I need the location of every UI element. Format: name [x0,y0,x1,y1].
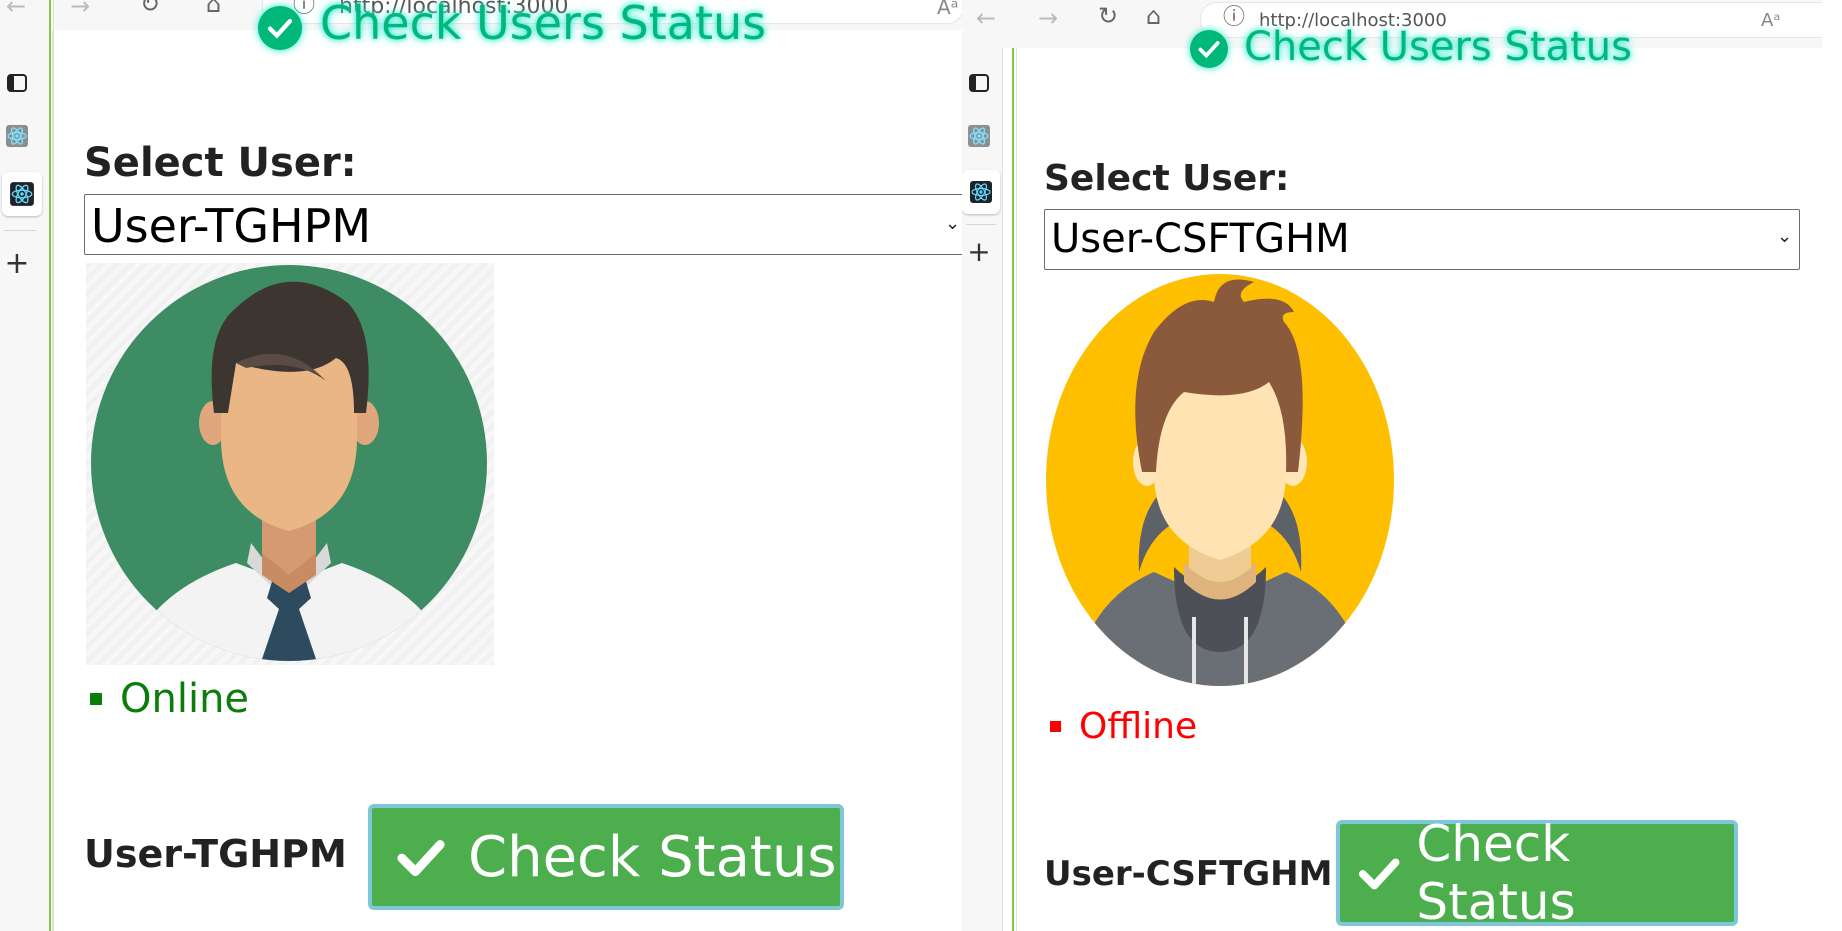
react-devtools-icon[interactable] [966,123,992,149]
user-select[interactable]: User-TGHPM ⌄ [84,194,962,255]
user-select-value: User-TGHPM [91,199,372,253]
page-title: Check Users Status [320,0,767,50]
right-gutter [1822,0,1842,931]
browser-sidebar: + [0,30,53,931]
checkmark-icon [397,840,445,877]
browser-window-left: ← → ↻ ⌂ ⓘ http://localhost:3000 Aᵃ + Che… [0,0,962,931]
user-name-label: User-TGHPM [84,832,347,876]
content-border [1016,48,1017,931]
check-status-button[interactable]: Check Status [368,804,844,910]
select-user-label: Select User: [1044,158,1290,199]
user-select-value: User-CSFTGHM [1051,216,1350,262]
page-title: Check Users Status [1244,24,1632,70]
home-icon[interactable]: ⌂ [206,0,221,16]
check-status-button[interactable]: Check Status [1336,815,1738,931]
businessman-avatar [86,263,494,665]
status-dot [1050,721,1061,732]
back-arrow-icon[interactable]: ← [6,0,26,18]
browser-sidebar: + [962,48,1003,931]
content-border [1012,48,1014,931]
tab-actions-icon[interactable] [966,70,992,96]
info-icon[interactable]: ⓘ [1223,0,1245,31]
status-text: Offline [1079,706,1198,747]
react-icon-selected[interactable] [962,170,1000,214]
react-icon-selected[interactable] [2,172,42,216]
content-border [49,0,51,931]
read-aloud-icon[interactable]: Aᵃ [937,0,959,19]
chevron-down-icon: ⌄ [1777,226,1793,247]
title-check-icon [258,6,302,50]
plus-icon[interactable]: + [4,246,30,281]
tab-actions-icon[interactable] [4,70,30,96]
back-arrow-icon[interactable]: ← [976,6,996,30]
forward-arrow-icon[interactable]: → [70,0,90,18]
sidebar-separator [966,224,996,225]
refresh-icon[interactable]: ↻ [140,0,160,16]
home-icon[interactable]: ⌂ [1146,4,1161,28]
select-user-label: Select User: [84,140,357,186]
chevron-down-icon: ⌄ [945,213,961,234]
content-border [53,0,54,931]
check-status-label: Check Status [468,824,837,890]
forward-arrow-icon[interactable]: → [1038,6,1058,30]
user-select[interactable]: User-CSFTGHM ⌄ [1044,209,1800,270]
hoodie-avatar [1044,272,1396,688]
user-name-label: User-CSFTGHM [1044,854,1333,894]
status-dot [90,693,102,705]
checkmark-icon [1358,858,1400,890]
check-status-label: Check Status [1416,815,1576,931]
status-indicator: Online [90,676,249,722]
title-check-icon [1190,30,1228,68]
react-devtools-icon[interactable] [4,123,30,149]
browser-window-right: ← → ↻ ⌂ ⓘ http://localhost:3000 Aᵃ ⌕ + C… [962,0,1822,931]
plus-icon[interactable]: + [966,235,992,268]
sidebar-separator [4,230,36,231]
read-aloud-icon[interactable]: Aᵃ [1761,10,1780,31]
status-text: Online [120,676,250,722]
status-indicator: Offline [1050,706,1197,747]
refresh-icon[interactable]: ↻ [1098,4,1118,28]
